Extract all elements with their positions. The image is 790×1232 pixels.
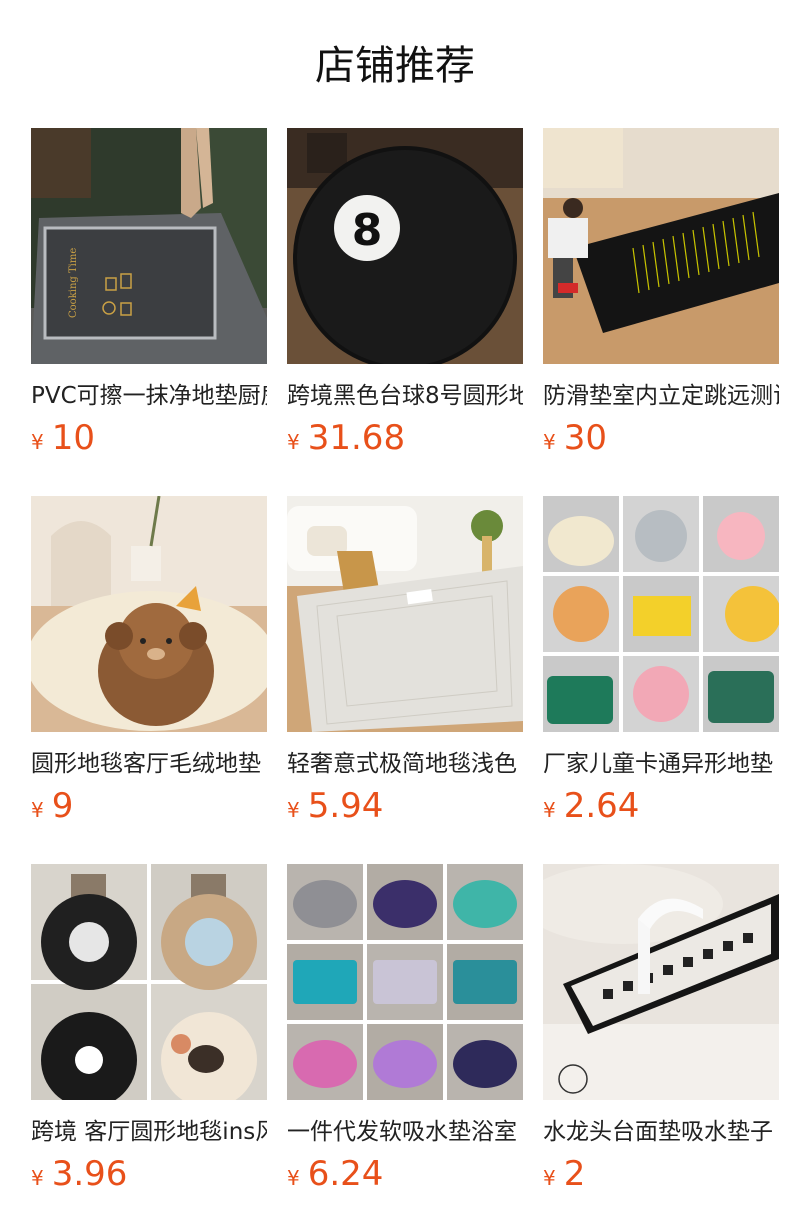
price-amount: 9	[51, 786, 74, 826]
product-image[interactable]: 8	[287, 128, 523, 364]
product-title[interactable]: 一件代发软吸水垫浴室	[287, 1116, 523, 1148]
currency-symbol: ¥	[31, 430, 44, 454]
currency-symbol: ¥	[543, 798, 556, 822]
product-title[interactable]: 跨境黑色台球8号圆形地毯	[287, 380, 523, 412]
currency-symbol: ¥	[287, 430, 300, 454]
price-amount: 31.68	[307, 418, 406, 458]
product-price: ¥2.64	[543, 786, 779, 826]
product-price: ¥3.96	[31, 1154, 267, 1194]
product-title[interactable]: PVC可擦一抹净地垫厨房	[31, 380, 267, 412]
product-card[interactable]: 厂家儿童卡通异形地垫 ¥2.64	[543, 496, 779, 864]
product-price: ¥6.24	[287, 1154, 523, 1194]
product-title[interactable]: 圆形地毯客厅毛绒地垫	[31, 748, 267, 780]
currency-symbol: ¥	[543, 430, 556, 454]
product-price: ¥2	[543, 1154, 779, 1194]
price-amount: 6.24	[307, 1154, 384, 1194]
price-amount: 5.94	[307, 786, 384, 826]
svg-text:8: 8	[352, 205, 383, 256]
currency-symbol: ¥	[31, 798, 44, 822]
product-title[interactable]: 水龙头台面垫吸水垫子	[543, 1116, 779, 1148]
product-image[interactable]	[543, 864, 779, 1100]
product-price: ¥31.68	[287, 418, 523, 458]
product-card[interactable]: 圆形地毯客厅毛绒地垫 ¥9	[31, 496, 267, 864]
product-card[interactable]: 轻奢意式极简地毯浅色 ¥5.94	[287, 496, 523, 864]
currency-symbol: ¥	[287, 1166, 300, 1190]
product-card[interactable]: Cooking Time PVC可擦一抹净地垫厨房 ¥10	[31, 128, 267, 496]
product-card[interactable]: 8 跨境黑色台球8号圆形地毯 ¥31.68	[287, 128, 523, 496]
product-price: ¥9	[31, 786, 267, 826]
product-price: ¥30	[543, 418, 779, 458]
product-image[interactable]	[31, 864, 267, 1100]
product-price: ¥5.94	[287, 786, 523, 826]
currency-symbol: ¥	[287, 798, 300, 822]
svg-text:Cooking Time: Cooking Time	[68, 248, 79, 318]
product-image[interactable]	[31, 496, 267, 732]
product-price: ¥10	[31, 418, 267, 458]
product-image[interactable]	[543, 128, 779, 364]
price-amount: 2	[563, 1154, 586, 1194]
product-title[interactable]: 厂家儿童卡通异形地垫	[543, 748, 779, 780]
product-image[interactable]: Cooking Time	[31, 128, 267, 364]
product-image[interactable]	[287, 864, 523, 1100]
price-amount: 10	[51, 418, 95, 458]
product-card[interactable]: 水龙头台面垫吸水垫子 ¥2	[543, 864, 779, 1232]
product-title[interactable]: 跨境 客厅圆形地毯ins风	[31, 1116, 267, 1148]
product-image[interactable]	[543, 496, 779, 732]
price-amount: 2.64	[563, 786, 640, 826]
product-image[interactable]	[287, 496, 523, 732]
price-amount: 30	[563, 418, 607, 458]
currency-symbol: ¥	[31, 1166, 44, 1190]
price-amount: 3.96	[51, 1154, 128, 1194]
product-card[interactable]: 防滑垫室内立定跳远测试垫 ¥30	[543, 128, 779, 496]
product-grid: Cooking Time PVC可擦一抹净地垫厨房 ¥10 8 跨境黑色台球8号…	[31, 128, 790, 1232]
product-title[interactable]: 轻奢意式极简地毯浅色	[287, 748, 523, 780]
product-card[interactable]: 一件代发软吸水垫浴室 ¥6.24	[287, 864, 523, 1232]
currency-symbol: ¥	[543, 1166, 556, 1190]
product-title[interactable]: 防滑垫室内立定跳远测试垫	[543, 380, 779, 412]
section-title: 店铺推荐	[315, 43, 475, 89]
product-card[interactable]: 跨境 客厅圆形地毯ins风 ¥3.96	[31, 864, 267, 1232]
